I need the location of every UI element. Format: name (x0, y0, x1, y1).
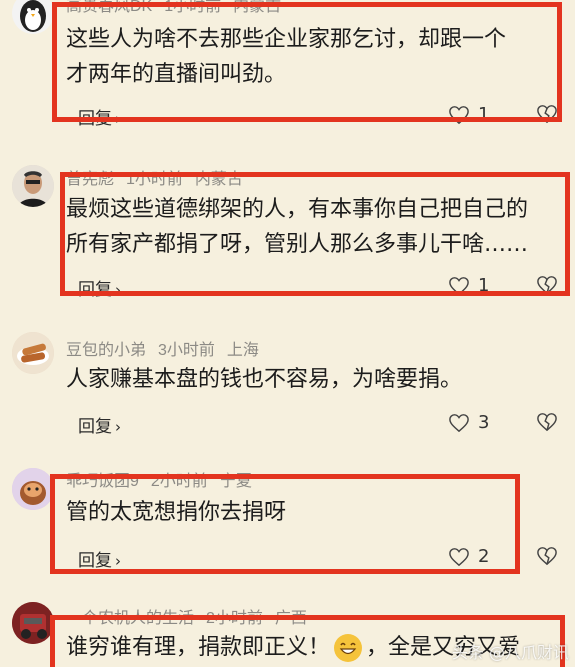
broken-heart-icon (537, 547, 557, 566)
heart-icon (449, 547, 469, 566)
reply-label: 回复 (78, 551, 112, 571)
like-button[interactable]: 1 (448, 104, 489, 125)
chevron-right-icon: › (115, 281, 121, 299)
chevron-right-icon: › (115, 552, 121, 570)
avatar[interactable] (12, 332, 54, 374)
timestamp: 1小时前 (164, 0, 222, 15)
reply-button[interactable]: 回复 › (78, 546, 121, 571)
comment-text-line-1: 人家赚基本盘的钱也不容易，为啥要捐。 (66, 367, 463, 392)
dislike-button[interactable] (536, 275, 558, 299)
comment-meta: 曾宪彪 1小时前 内蒙古 (66, 165, 255, 189)
location: 上海 (226, 342, 259, 359)
like-count: 3 (478, 412, 490, 433)
avatar[interactable] (12, 0, 54, 34)
dislike-button[interactable] (536, 412, 558, 436)
heart-icon (449, 413, 469, 432)
heart-icon (449, 105, 469, 124)
like-count: 1 (478, 275, 490, 296)
location: 内蒙古 (233, 0, 282, 15)
comment-meta: 豆包的小弟 3小时前 上海 (66, 336, 271, 360)
comment-text-line-1: 最烦这些道德绑架的人，有本事你自己把自己的 (66, 197, 529, 222)
username[interactable]: 乖巧饭团9 (66, 473, 139, 490)
timestamp: 2小时前 (206, 610, 263, 627)
like-count: 1 (478, 104, 490, 125)
avatar-machine-icon (12, 602, 54, 644)
grinning-emoji-icon (334, 634, 363, 662)
broken-heart-icon (537, 105, 557, 124)
watermark: 头条 @八爪财讯 (451, 643, 569, 662)
reply-button[interactable]: 回复 › (78, 412, 121, 437)
comment-text-line-1: 这些人为啥不去那些企业家那乞讨，却跟一个 (66, 27, 507, 52)
reply-button[interactable]: 回复 › (78, 275, 121, 300)
comment-meta: 高贵春风DK 1小时前 内蒙古 (66, 0, 293, 16)
comment-meta: 一个农机人的生活 2小时前 广西 (66, 604, 319, 628)
comment-text-line-1: 管的太宽想捐你去捐呀 (66, 500, 287, 525)
like-button[interactable]: 2 (448, 546, 489, 567)
like-button[interactable]: 1 (448, 275, 489, 296)
chevron-right-icon: › (115, 110, 121, 128)
comment-text-line-2: 所有家产都捐了呀，管别人那么多事儿干啥…… (66, 232, 529, 257)
dislike-button[interactable] (536, 546, 558, 570)
comment-text-line-2: 才两年的直播间叫劲。 (66, 62, 287, 87)
dislike-button[interactable] (536, 104, 558, 128)
avatar[interactable] (12, 165, 54, 207)
chevron-right-icon: › (115, 418, 121, 436)
username[interactable]: 曾宪彪 (66, 171, 114, 188)
timestamp: 3小时前 (158, 342, 215, 359)
location: 广西 (274, 610, 307, 627)
username[interactable]: 一个农机人的生活 (66, 610, 194, 627)
avatar[interactable] (12, 468, 54, 510)
reply-button[interactable]: 回复 › (78, 104, 121, 129)
username[interactable]: 豆包的小弟 (66, 342, 146, 359)
like-count: 2 (478, 546, 490, 567)
comment-text-part-1: 谁穷谁有理，捐款即正义！ (66, 635, 331, 660)
avatar-photo-icon (12, 165, 54, 207)
heart-icon (449, 276, 469, 295)
avatar-penguin-icon (20, 0, 46, 32)
avatar[interactable] (12, 602, 54, 644)
reply-label: 回复 (78, 280, 112, 300)
comment-meta: 乖巧饭团9 2小时前 宁夏 (66, 467, 264, 491)
reply-label: 回复 (78, 109, 112, 129)
avatar-cartoon-icon (12, 468, 54, 510)
timestamp: 2小时前 (150, 473, 208, 490)
reply-label: 回复 (78, 417, 112, 437)
location: 宁夏 (219, 473, 252, 490)
location: 内蒙古 (194, 171, 243, 188)
username[interactable]: 高贵春风DK (66, 0, 152, 15)
broken-heart-icon (537, 276, 557, 295)
timestamp: 1小时前 (126, 171, 183, 188)
like-button[interactable]: 3 (448, 412, 489, 433)
avatar-food-icon (12, 332, 54, 374)
broken-heart-icon (537, 413, 557, 432)
